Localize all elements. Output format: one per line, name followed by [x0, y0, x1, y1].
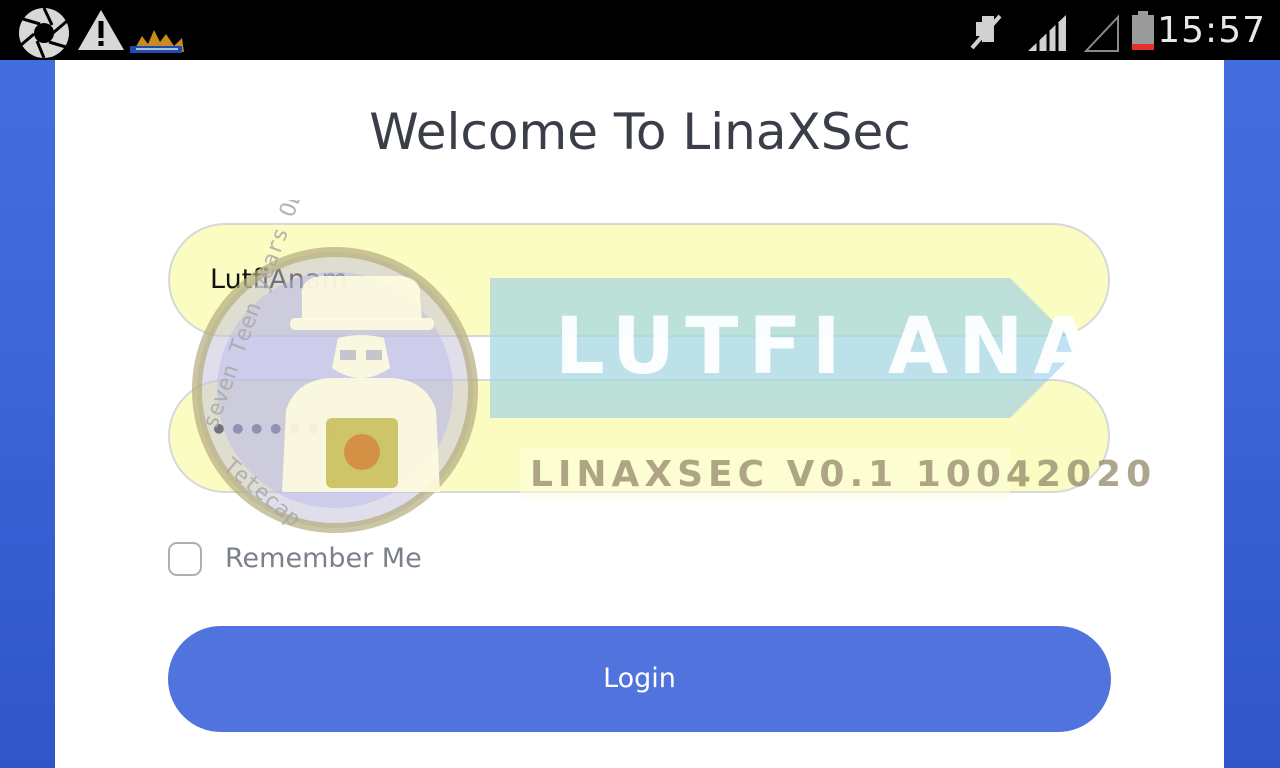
login-button[interactable]: Login	[168, 626, 1111, 732]
aperture-icon	[19, 7, 69, 59]
welcome-title: Welcome To LinaXSec	[369, 103, 911, 161]
warning-icon	[78, 10, 124, 50]
battery-low-icon	[1132, 11, 1154, 50]
password-input[interactable]: •••••••	[168, 379, 1110, 493]
username-input[interactable]: LutfiAnam	[168, 223, 1110, 337]
remember-me-label[interactable]: Remember Me	[225, 541, 422, 577]
signal-empty-icon	[1084, 14, 1119, 52]
username-value: LutfiAnam	[210, 264, 348, 295]
remember-me-checkbox[interactable]	[168, 542, 202, 576]
status-bar: 15:57	[0, 0, 1280, 60]
password-value: •••••••	[210, 413, 343, 446]
muted-icon	[970, 14, 1002, 50]
app-logo-icon	[130, 30, 184, 53]
clock: 15:57	[1157, 10, 1266, 51]
signal-icon	[1028, 15, 1066, 51]
app-screen: 15:57 Welcome To LinaXSec LutfiAnam ••••…	[0, 0, 1280, 768]
